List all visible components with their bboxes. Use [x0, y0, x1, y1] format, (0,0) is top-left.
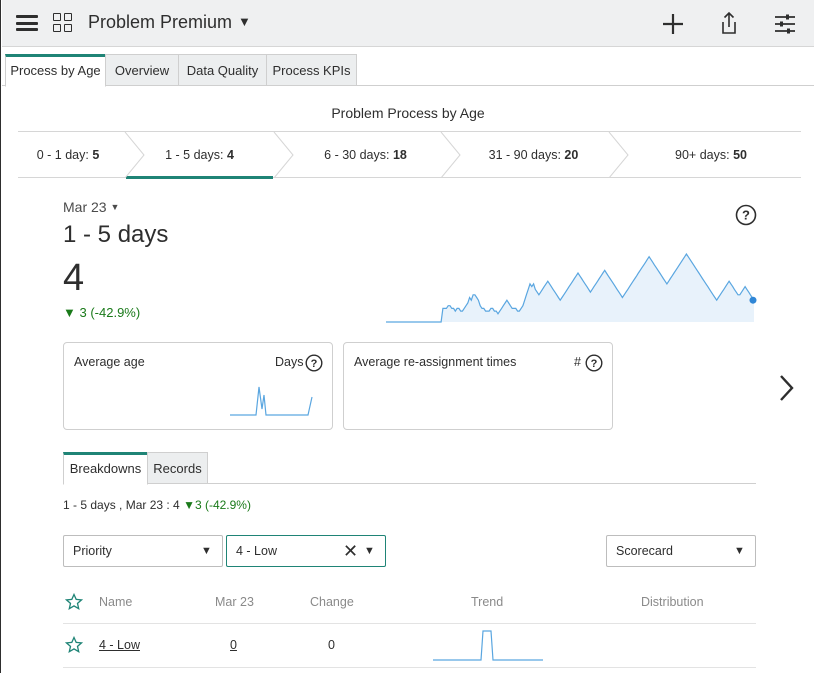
view-select[interactable]: Scorecard ▼ — [606, 535, 756, 567]
separator-chevron — [124, 132, 145, 178]
dashboard-title[interactable]: Problem Premium — [88, 12, 232, 33]
clear-icon[interactable]: ✕ — [343, 536, 358, 566]
score-range-title: 1 - 5 days — [63, 221, 169, 248]
breakdown-select[interactable]: Priority ▼ — [63, 535, 223, 567]
tab-overview[interactable]: Overview — [105, 54, 179, 86]
caret-down-icon: ▼ — [201, 545, 212, 557]
card-average-age[interactable]: Average age Days ? — [63, 342, 333, 430]
tab-data-quality[interactable]: Data Quality — [178, 54, 267, 86]
card-unit: Days — [275, 355, 304, 369]
chevron-right-icon[interactable] — [777, 372, 797, 404]
column-header-distribution: Distribution — [641, 595, 704, 609]
bucket-31-90-days[interactable]: 31 - 90 days: 20 — [455, 132, 612, 178]
separator-chevron — [608, 132, 629, 178]
svg-text:?: ? — [742, 208, 750, 223]
caret-down-icon: ▼ — [110, 202, 120, 212]
breakdown-tabs: Breakdowns Records — [63, 452, 756, 485]
divider — [63, 623, 756, 624]
svg-text:?: ? — [591, 358, 598, 370]
separator-chevron — [440, 132, 461, 178]
tab-process-by-age[interactable]: Process by Age — [5, 54, 106, 87]
caret-down-icon[interactable]: ▼ — [238, 14, 251, 29]
filter-settings-icon[interactable] — [771, 10, 799, 38]
column-header-change[interactable]: Change — [310, 595, 354, 609]
help-icon[interactable]: ? — [735, 204, 757, 226]
app-header: Problem Premium ▼ — [2, 0, 814, 47]
score-delta: ▼ 3 (-42.9%) — [63, 305, 141, 320]
separator-chevron — [273, 132, 294, 178]
star-icon[interactable] — [65, 593, 83, 611]
help-icon[interactable]: ? — [585, 354, 603, 372]
column-header-trend: Trend — [471, 595, 504, 609]
report-title: Problem Process by Age — [331, 105, 485, 121]
bucket-1-5-days[interactable]: 1 - 5 days: 4 — [126, 132, 273, 179]
tab-process-kpis[interactable]: Process KPIs — [266, 54, 357, 86]
dashboard-tabs: Process by Age Overview Data Quality Pro… — [2, 54, 814, 87]
breakdown-summary: 1 - 5 days , Mar 23 : 4 ▼3 (-42.9%) — [63, 498, 251, 512]
caret-down-icon: ▼ — [734, 545, 745, 557]
tab-records[interactable]: Records — [147, 452, 208, 484]
sparkline-current-point — [749, 296, 757, 304]
card-title: Average age — [74, 355, 145, 369]
app-frame: Problem Premium ▼ Process by Age Overvie… — [0, 0, 814, 673]
card-average-reassignment[interactable]: Average re-assignment times # ? — [343, 342, 613, 430]
dashboard-grid-icon[interactable] — [53, 13, 73, 33]
bucket-90-plus-days[interactable]: 90+ days: 50 — [622, 132, 800, 178]
sparkline-area — [386, 254, 754, 322]
add-icon[interactable] — [659, 10, 687, 38]
element-select[interactable]: 4 - Low ✕ ▼ — [226, 535, 386, 567]
card-title: Average re-assignment times — [354, 355, 517, 369]
row-trend-sparkline — [433, 630, 543, 661]
column-header-date[interactable]: Mar 23 — [215, 595, 254, 609]
bucket-6-30-days[interactable]: 6 - 30 days: 18 — [288, 132, 443, 178]
share-icon[interactable] — [715, 10, 743, 38]
down-triangle-icon: ▼ — [63, 305, 76, 320]
score-value: 4 — [63, 257, 85, 299]
divider — [63, 667, 756, 668]
tab-breakdowns[interactable]: Breakdowns — [63, 452, 148, 485]
bucket-0-1-day[interactable]: 0 - 1 day: 5 — [18, 132, 118, 178]
card-sparkline — [230, 386, 313, 416]
row-value-link[interactable]: 0 — [230, 638, 237, 652]
menu-icon[interactable] — [16, 15, 38, 31]
date-selector[interactable]: Mar 23 ▼ — [63, 199, 119, 215]
score-sparkline — [386, 252, 757, 323]
row-name-link[interactable]: 4 - Low — [99, 638, 140, 652]
row-change: 0 — [328, 638, 335, 652]
svg-text:?: ? — [311, 358, 318, 370]
down-triangle-icon: ▼ — [183, 498, 195, 512]
age-bucket-bar: 0 - 1 day: 5 1 - 5 days: 4 6 - 30 days: … — [18, 131, 801, 179]
help-icon[interactable]: ? — [305, 354, 323, 372]
column-header-name[interactable]: Name — [99, 595, 132, 609]
star-icon[interactable] — [65, 636, 83, 654]
caret-down-icon: ▼ — [364, 545, 375, 557]
card-unit: # — [574, 355, 581, 369]
